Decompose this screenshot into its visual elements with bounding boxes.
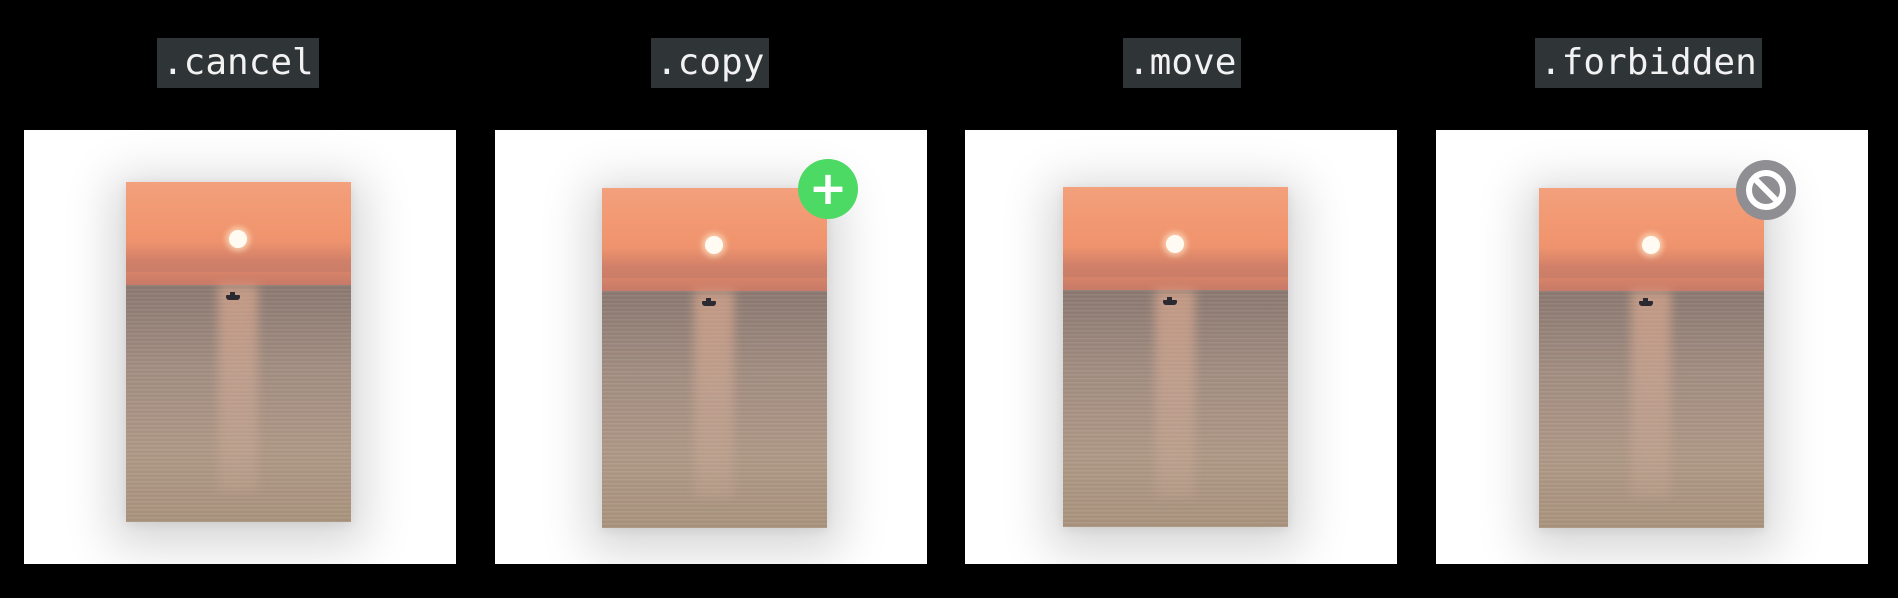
prohibited-icon [1736,160,1796,220]
label-cancel: .cancel [157,38,319,88]
dragged-photo[interactable] [1539,188,1764,528]
dragged-photo[interactable] [126,182,351,522]
photo-boat [1639,298,1653,306]
plus-icon: + [798,159,858,219]
dragged-photo[interactable] [602,188,827,528]
drop-panel-forbidden[interactable] [1436,130,1868,564]
photo-sun-reflection [1631,291,1671,498]
photo-boat [1163,297,1177,305]
prohibited-icon-glyph [1746,170,1786,210]
label-forbidden: .forbidden [1535,38,1762,88]
photo-sun-reflection [218,285,258,492]
drop-panel-copy[interactable]: + [495,130,927,564]
label-move: .move [1123,38,1242,88]
photo-sun [229,230,247,248]
dragged-photo[interactable] [1063,187,1288,527]
drop-panel-cancel[interactable] [24,130,456,564]
photo-sun [705,236,723,254]
photo-boat [702,298,716,306]
photo-boat [226,292,240,300]
label-copy: .copy [651,38,770,88]
photo-sun [1642,236,1660,254]
photo-sun [1166,235,1184,253]
photo-sun-reflection [694,291,734,498]
drop-panel-move[interactable] [965,130,1397,564]
photo-sun-reflection [1155,290,1195,497]
drop-operation-comparison: .cancel .copy .move .forbidden + [0,0,1898,598]
